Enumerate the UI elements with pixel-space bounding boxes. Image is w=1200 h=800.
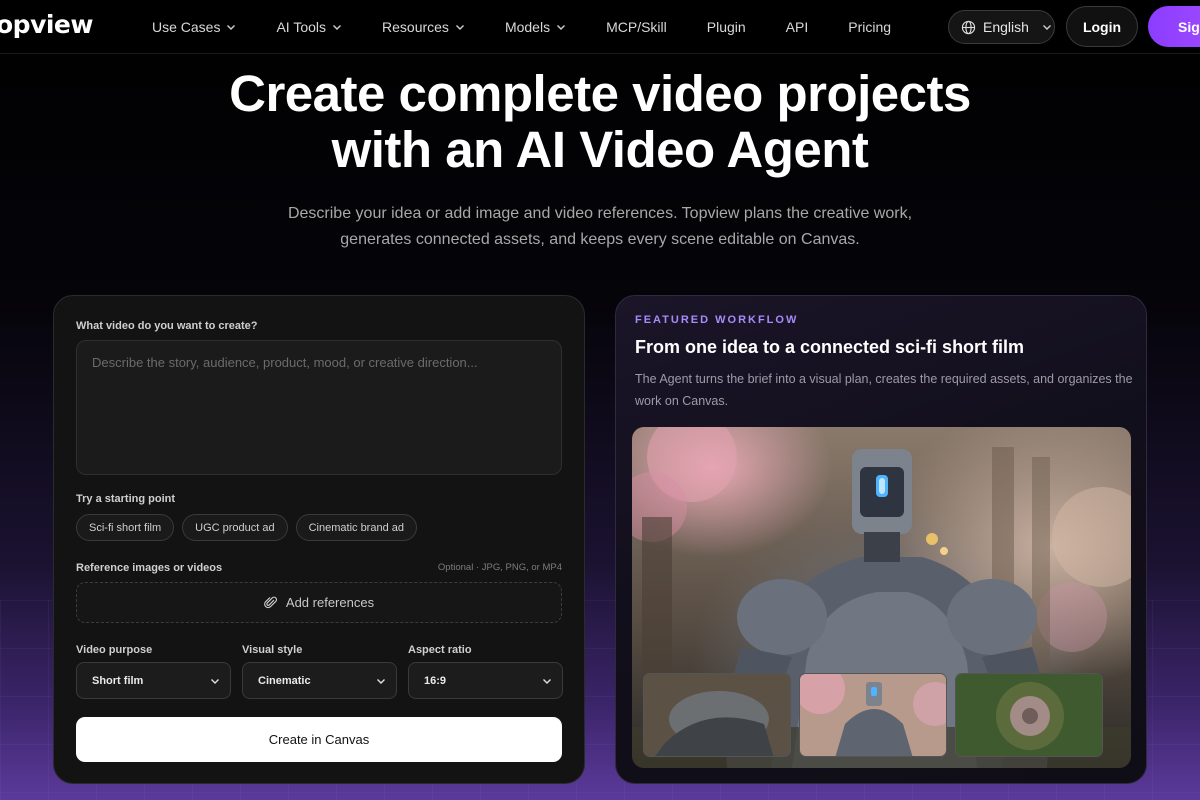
nav-menu: Use Cases AI Tools Resources Models MCP/… xyxy=(152,0,931,54)
featured-description: The Agent turns the brief into a visual … xyxy=(635,372,1133,408)
starting-point-chips: Sci-fi short film UGC product ad Cinemat… xyxy=(76,514,417,541)
featured-title: From one idea to a connected sci-fi shor… xyxy=(635,337,1025,357)
nav-item-label: Models xyxy=(504,19,551,35)
chip-sci-fi-short-film[interactable]: Sci-fi short film xyxy=(76,514,175,541)
nav-item-use-cases[interactable]: Use Cases xyxy=(152,19,236,35)
chevron-down-icon xyxy=(543,679,551,684)
chevron-down-icon xyxy=(557,25,566,30)
nav-item-label: Resources xyxy=(382,19,449,35)
thumbnail-robot-hand[interactable] xyxy=(643,673,791,757)
featured-robot-image[interactable] xyxy=(632,427,1131,768)
nav-item-plugin[interactable]: Plugin xyxy=(707,19,746,35)
overgrown-ground-thumbnail xyxy=(956,674,1102,756)
signup-button[interactable]: Sig xyxy=(1148,6,1200,47)
nav-item-label: MCP/Skill xyxy=(606,19,667,35)
top-navigation: opview Use Cases AI Tools Resources Mode… xyxy=(0,0,1200,54)
hero-title-line-1: Create complete video projects xyxy=(229,65,971,122)
globe-icon xyxy=(961,20,976,34)
add-references-label: Add references xyxy=(285,595,375,610)
nav-item-api[interactable]: API xyxy=(786,19,809,35)
prompt-label: What video do you want to create? xyxy=(76,320,258,332)
hero-subtitle-line-2: generates connected assets, and keeps ev… xyxy=(340,231,860,248)
starting-point-label: Try a starting point xyxy=(76,493,176,505)
thumbnail-robot-portrait[interactable] xyxy=(799,673,947,757)
featured-workflow-card: FEATURED WORKFLOW From one idea to a con… xyxy=(615,295,1147,784)
hero-title: Create complete video projects with an A… xyxy=(0,66,1200,178)
chip-cinematic-brand-ad[interactable]: Cinematic brand ad xyxy=(295,514,417,541)
chevron-down-icon xyxy=(211,679,219,684)
chevron-down-icon xyxy=(333,25,342,30)
visual-style-select[interactable]: Cinematic xyxy=(242,662,397,699)
ratio-label: Aspect ratio xyxy=(408,644,472,656)
robot-portrait-thumbnail xyxy=(800,674,946,756)
video-purpose-select[interactable]: Short film xyxy=(76,662,231,699)
chevron-down-icon xyxy=(227,25,236,30)
language-label: English xyxy=(983,19,1029,35)
visual-style-value: Cinematic xyxy=(258,674,311,687)
references-label: Reference images or videos xyxy=(76,562,223,574)
hero-subtitle-line-1: Describe your idea or add image and vide… xyxy=(287,205,913,222)
chevron-down-icon xyxy=(377,679,385,684)
thumbnail-overgrown-ground[interactable] xyxy=(955,673,1103,757)
featured-label: FEATURED WORKFLOW xyxy=(635,314,799,326)
create-video-form: What video do you want to create? Try a … xyxy=(53,295,585,784)
create-in-canvas-button[interactable]: Create in Canvas xyxy=(76,717,562,762)
aspect-ratio-select[interactable]: 16:9 xyxy=(408,662,563,699)
aspect-ratio-value: 16:9 xyxy=(424,674,447,687)
nav-item-mcp-skill[interactable]: MCP/Skill xyxy=(606,19,667,35)
chip-ugc-product-ad[interactable]: UGC product ad xyxy=(182,514,288,541)
chevron-down-icon xyxy=(455,25,464,30)
nav-item-label: Use Cases xyxy=(152,19,221,35)
nav-item-resources[interactable]: Resources xyxy=(382,19,465,35)
robot-hand-thumbnail xyxy=(644,674,790,756)
video-purpose-value: Short film xyxy=(92,674,144,687)
hero-subtitle: Describe your idea or add image and vide… xyxy=(260,201,940,253)
nav-item-ai-tools[interactable]: AI Tools xyxy=(276,19,342,35)
paperclip-icon xyxy=(264,596,277,608)
nav-item-pricing[interactable]: Pricing xyxy=(848,19,891,35)
style-label: Visual style xyxy=(242,644,303,656)
nav-item-models[interactable]: Models xyxy=(505,19,566,35)
purpose-label: Video purpose xyxy=(76,644,153,656)
chevron-down-icon xyxy=(1042,25,1051,30)
language-selector[interactable]: English xyxy=(948,10,1055,44)
login-button[interactable]: Login xyxy=(1066,6,1138,47)
prompt-textarea[interactable] xyxy=(76,340,562,475)
references-hint: Optional · JPG, PNG, or MP4 xyxy=(437,562,562,573)
topview-logo[interactable]: opview xyxy=(0,10,94,39)
nav-item-label: API xyxy=(785,19,809,35)
hero-title-line-2: with an AI Video Agent xyxy=(331,121,869,178)
nav-item-label: Plugin xyxy=(706,19,746,35)
nav-item-label: AI Tools xyxy=(276,19,327,35)
add-references-dropzone[interactable]: Add references xyxy=(76,582,562,623)
nav-item-label: Pricing xyxy=(848,19,892,35)
